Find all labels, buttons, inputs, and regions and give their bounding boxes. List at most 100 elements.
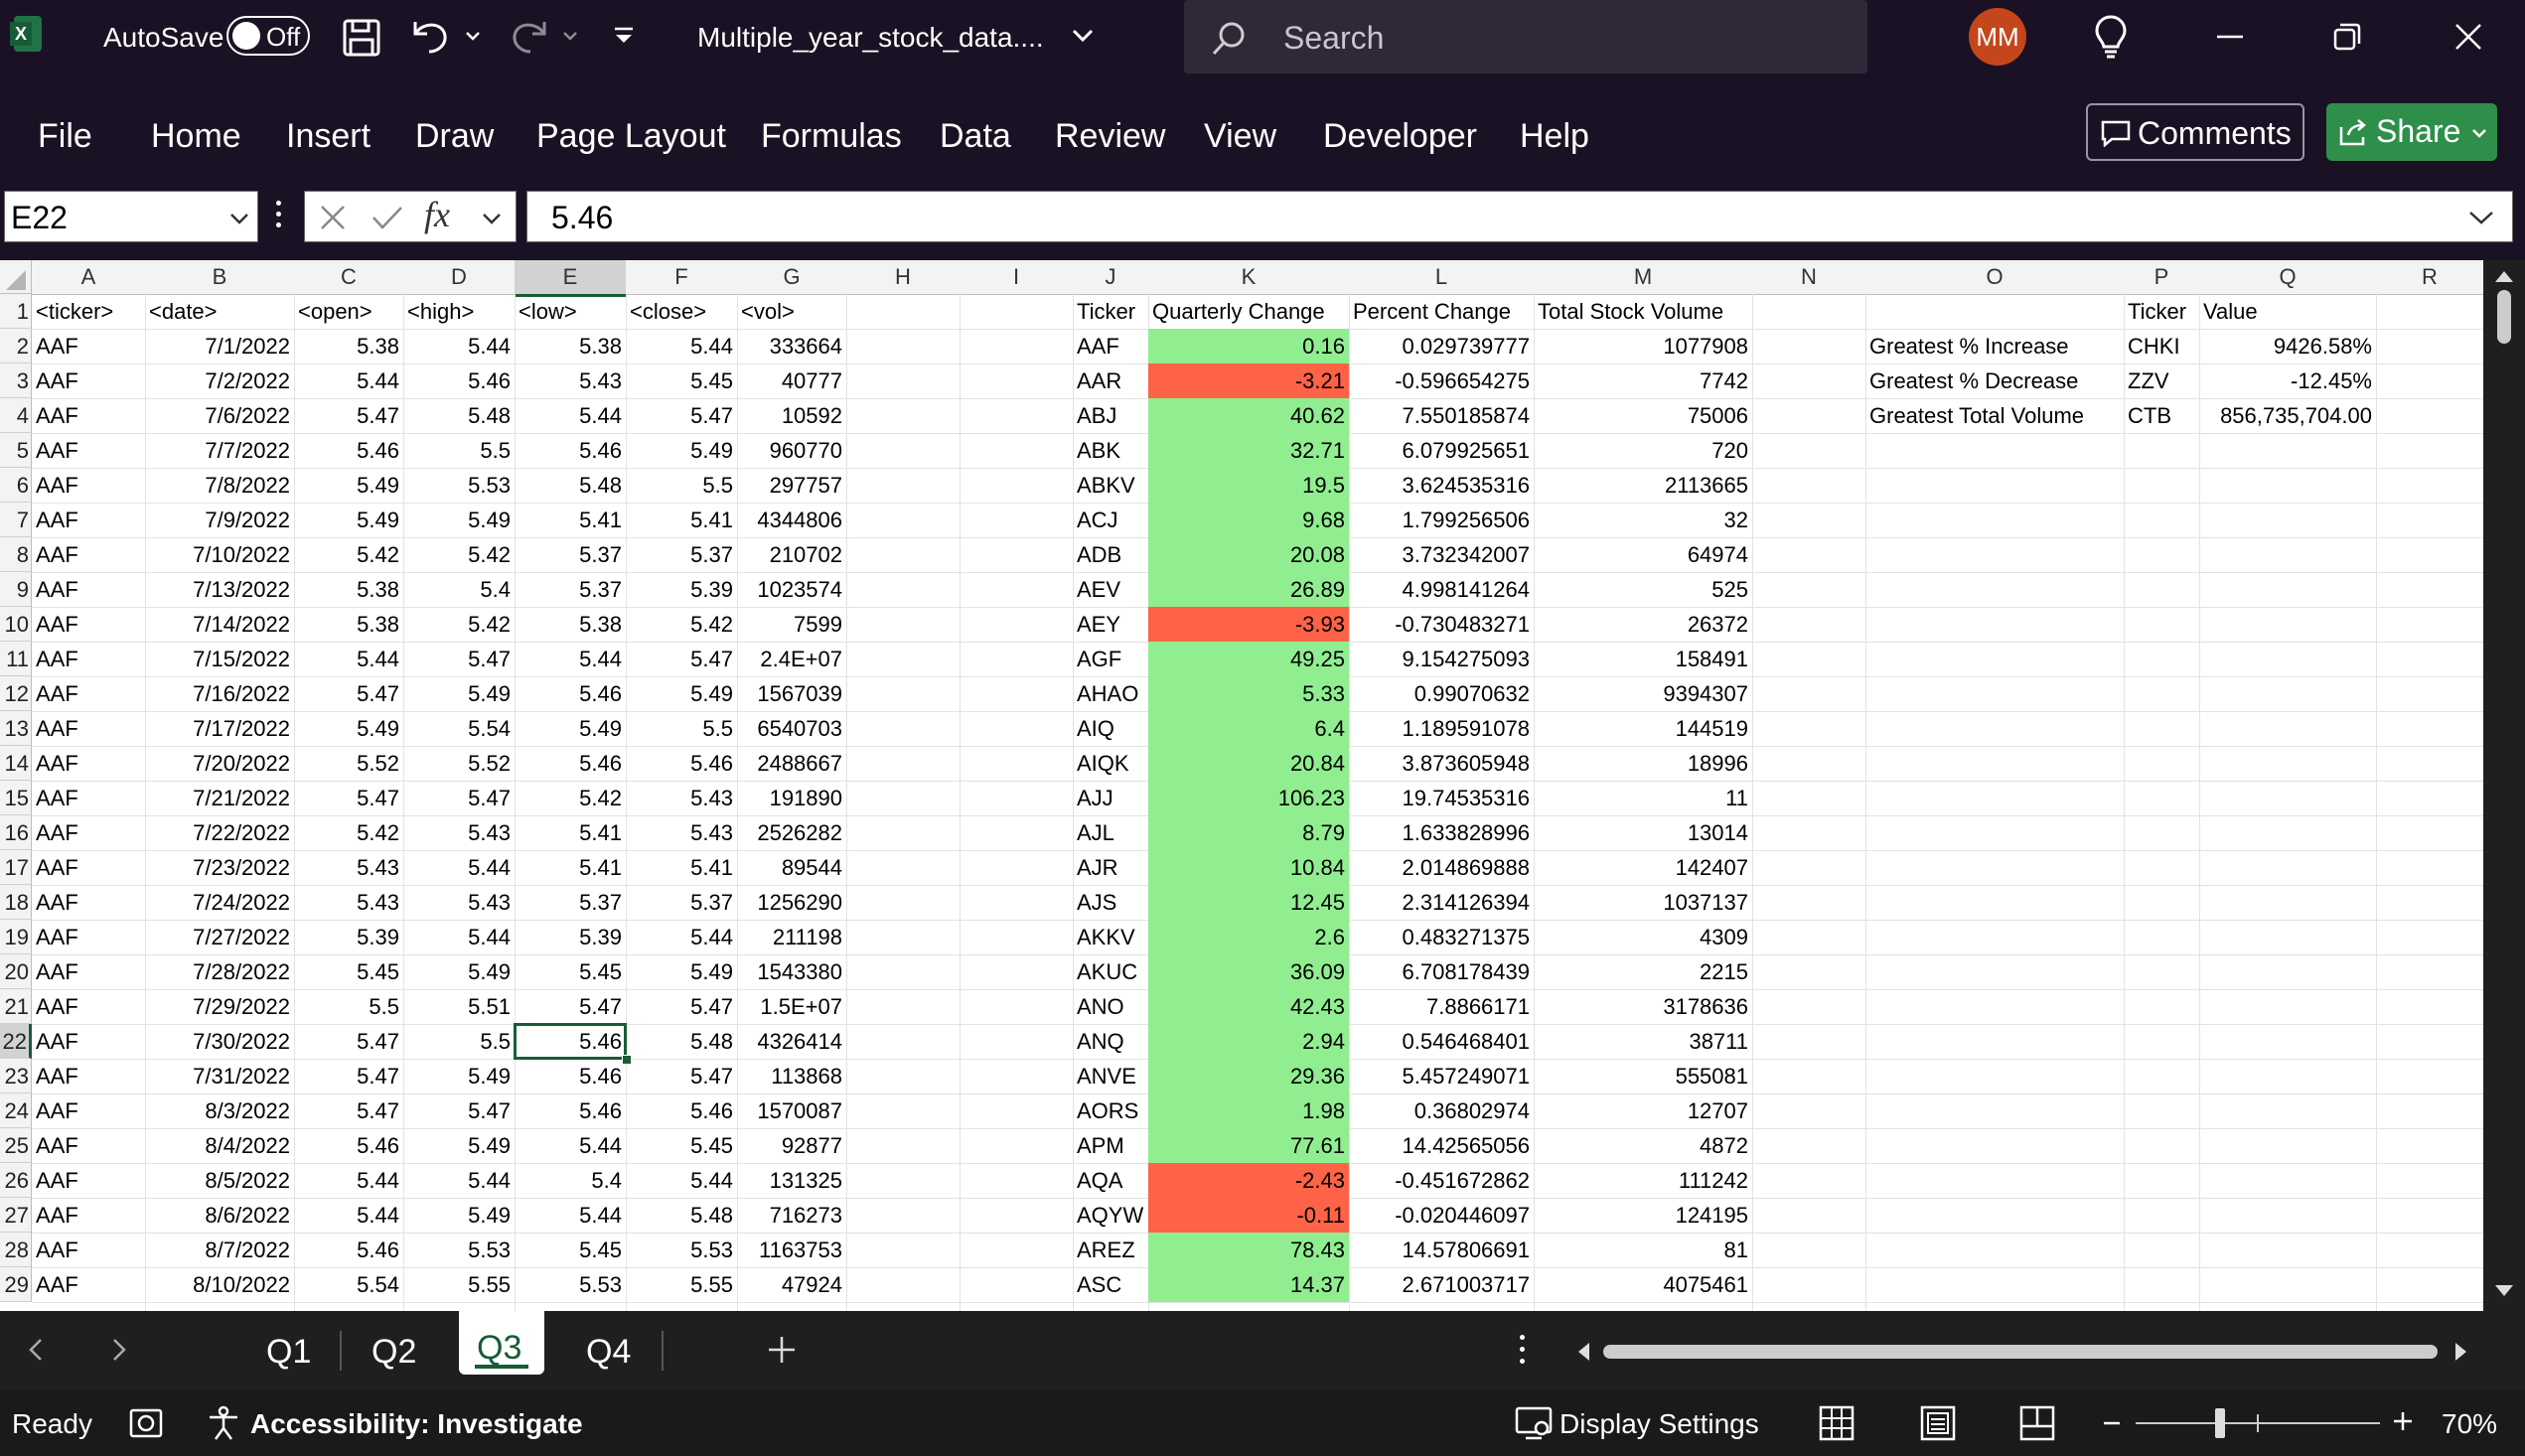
- menu-data[interactable]: Data: [940, 117, 1011, 156]
- cell-d3[interactable]: 5.46: [403, 364, 515, 398]
- worksheet-grid[interactable]: A B C D E F G H I J K L M N O P Q R 1 2 3 4 5 6 7 8 9 10 11 12 13 14 15 1…: [0, 260, 2483, 1311]
- cell-j17[interactable]: AJR: [1073, 850, 1148, 885]
- cell-j1[interactable]: Ticker: [1073, 294, 1148, 329]
- cell-f25[interactable]: 5.45: [626, 1128, 737, 1163]
- restore-icon[interactable]: [2332, 22, 2362, 52]
- cell-g19[interactable]: 211198: [737, 920, 846, 954]
- cell-a28[interactable]: AAF: [32, 1233, 145, 1267]
- cell-k28[interactable]: 78.43: [1148, 1233, 1349, 1267]
- accessibility-status[interactable]: Accessibility: Investigate: [250, 1408, 583, 1440]
- tab-q1[interactable]: Q1: [266, 1333, 311, 1372]
- cell-b4[interactable]: 7/6/2022: [145, 398, 294, 433]
- cell-a1[interactable]: <ticker>: [32, 294, 145, 329]
- cell-l17[interactable]: 2.014869888: [1349, 850, 1534, 885]
- zoom-in-icon[interactable]: [2392, 1410, 2414, 1432]
- cell-j4[interactable]: ABJ: [1073, 398, 1148, 433]
- cell-c19[interactable]: 5.39: [294, 920, 403, 954]
- column-header-q[interactable]: Q: [2199, 260, 2377, 295]
- horizontal-scroll-thumb[interactable]: [1603, 1345, 2438, 1359]
- cell-a4[interactable]: AAF: [32, 398, 145, 433]
- vertical-scroll-thumb[interactable]: [2497, 290, 2511, 344]
- cell-e1[interactable]: <low>: [515, 294, 626, 329]
- workbook-stats-icon[interactable]: [127, 1404, 165, 1442]
- cell-m12[interactable]: 9394307: [1534, 676, 1752, 711]
- cell-k22[interactable]: 2.94: [1148, 1024, 1349, 1059]
- cell-l13[interactable]: 1.189591078: [1349, 711, 1534, 746]
- cell-b3[interactable]: 7/2/2022: [145, 364, 294, 398]
- enter-icon[interactable]: [371, 204, 404, 231]
- cell-j26[interactable]: AQA: [1073, 1163, 1148, 1198]
- chevron-down-icon[interactable]: [229, 212, 249, 225]
- cell-l22[interactable]: 0.546468401: [1349, 1024, 1534, 1059]
- cell-d26[interactable]: 5.44: [403, 1163, 515, 1198]
- chevron-down-icon[interactable]: [482, 212, 502, 225]
- cell-m17[interactable]: 142407: [1534, 850, 1752, 885]
- cell-c5[interactable]: 5.46: [294, 433, 403, 468]
- cell-l18[interactable]: 2.314126394: [1349, 885, 1534, 920]
- cell-k21[interactable]: 42.43: [1148, 989, 1349, 1024]
- accessibility-icon[interactable]: [205, 1404, 242, 1442]
- cell-e7[interactable]: 5.41: [515, 503, 626, 537]
- column-header-n[interactable]: N: [1752, 260, 1866, 295]
- column-header-j[interactable]: J: [1073, 260, 1149, 295]
- cell-c24[interactable]: 5.47: [294, 1093, 403, 1128]
- cell-l20[interactable]: 6.708178439: [1349, 954, 1534, 989]
- cell-d21[interactable]: 5.51: [403, 989, 515, 1024]
- cell-b14[interactable]: 7/20/2022: [145, 746, 294, 781]
- cell-b2[interactable]: 7/1/2022: [145, 329, 294, 364]
- cell-g4[interactable]: 10592: [737, 398, 846, 433]
- cell-p1[interactable]: Ticker: [2124, 294, 2199, 329]
- column-header-p[interactable]: P: [2124, 260, 2200, 295]
- cell-e22[interactable]: 5.46: [515, 1024, 626, 1059]
- cell-k17[interactable]: 10.84: [1148, 850, 1349, 885]
- cell-f12[interactable]: 5.49: [626, 676, 737, 711]
- cell-k1[interactable]: Quarterly Change: [1148, 294, 1349, 329]
- cell-b24[interactable]: 8/3/2022: [145, 1093, 294, 1128]
- row-header[interactable]: 7: [0, 503, 32, 537]
- cell-j2[interactable]: AAF: [1073, 329, 1148, 364]
- cell-q3[interactable]: -12.45%: [2199, 364, 2376, 398]
- cell-f19[interactable]: 5.44: [626, 920, 737, 954]
- cell-c22[interactable]: 5.47: [294, 1024, 403, 1059]
- cell-b6[interactable]: 7/8/2022: [145, 468, 294, 503]
- row-header[interactable]: 15: [0, 781, 32, 815]
- cell-e2[interactable]: 5.38: [515, 329, 626, 364]
- zoom-slider[interactable]: [2136, 1408, 2380, 1438]
- row-header[interactable]: 13: [0, 711, 32, 746]
- cell-d8[interactable]: 5.42: [403, 537, 515, 572]
- cell-e23[interactable]: 5.46: [515, 1059, 626, 1093]
- cell-g18[interactable]: 1256290: [737, 885, 846, 920]
- cell-l16[interactable]: 1.633828996: [1349, 815, 1534, 850]
- cell-p2[interactable]: CHKI: [2124, 329, 2199, 364]
- cell-c10[interactable]: 5.38: [294, 607, 403, 642]
- cell-j10[interactable]: AEY: [1073, 607, 1148, 642]
- cell-d11[interactable]: 5.47: [403, 642, 515, 676]
- cell-e9[interactable]: 5.37: [515, 572, 626, 607]
- cell-l23[interactable]: 5.457249071: [1349, 1059, 1534, 1093]
- cell-c3[interactable]: 5.44: [294, 364, 403, 398]
- cell-k6[interactable]: 19.5: [1148, 468, 1349, 503]
- cell-g9[interactable]: 1023574: [737, 572, 846, 607]
- cell-a13[interactable]: AAF: [32, 711, 145, 746]
- cell-g5[interactable]: 960770: [737, 433, 846, 468]
- cell-e18[interactable]: 5.37: [515, 885, 626, 920]
- cell-j15[interactable]: AJJ: [1073, 781, 1148, 815]
- cell-o4[interactable]: Greatest Total Volume: [1865, 398, 2124, 433]
- formula-bar-options[interactable]: [276, 201, 282, 234]
- cell-b22[interactable]: 7/30/2022: [145, 1024, 294, 1059]
- cell-k4[interactable]: 40.62: [1148, 398, 1349, 433]
- cell-f13[interactable]: 5.5: [626, 711, 737, 746]
- cell-e24[interactable]: 5.46: [515, 1093, 626, 1128]
- cancel-icon[interactable]: [319, 204, 347, 231]
- cell-f22[interactable]: 5.48: [626, 1024, 737, 1059]
- cell-m23[interactable]: 555081: [1534, 1059, 1752, 1093]
- cell-k7[interactable]: 9.68: [1148, 503, 1349, 537]
- row-header[interactable]: 9: [0, 572, 32, 607]
- cell-k10[interactable]: -3.93: [1148, 607, 1349, 642]
- cell-c2[interactable]: 5.38: [294, 329, 403, 364]
- cell-j25[interactable]: APM: [1073, 1128, 1148, 1163]
- cell-c9[interactable]: 5.38: [294, 572, 403, 607]
- cell-b18[interactable]: 7/24/2022: [145, 885, 294, 920]
- cell-d4[interactable]: 5.48: [403, 398, 515, 433]
- row-header[interactable]: 2: [0, 329, 32, 364]
